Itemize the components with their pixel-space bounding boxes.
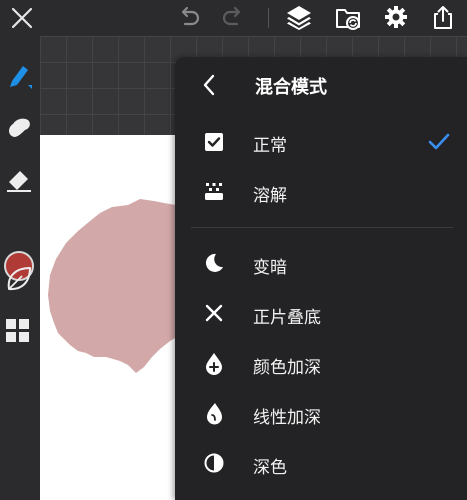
menu-item-label: 变暗 — [253, 258, 287, 278]
top-bar — [0, 0, 467, 36]
menu-divider — [191, 227, 453, 228]
share-icon[interactable] — [430, 4, 456, 30]
brush-icon[interactable] — [4, 61, 34, 91]
leaf-icon[interactable] — [4, 264, 34, 294]
redo-icon[interactable] — [220, 5, 246, 31]
moon-icon — [203, 252, 225, 274]
canvas-paper[interactable] — [40, 135, 180, 500]
close-icon[interactable] — [10, 6, 34, 30]
menu-item-label: 正常 — [253, 136, 287, 156]
leaf-drop-icon — [203, 401, 225, 425]
undo-icon[interactable] — [176, 5, 202, 31]
blend-mode-darken[interactable]: 变暗 — [175, 239, 467, 289]
blend-mode-darker-color[interactable]: 深色 — [175, 439, 467, 489]
blend-mode-color-burn[interactable]: 颜色加深 — [175, 339, 467, 389]
painted-shape — [48, 199, 180, 373]
blend-mode-menu: 混合模式 正常 溶解 变暗 正片叠底 颜色加深 线性加深 深色 — [175, 57, 467, 500]
tool-sidebar — [0, 36, 40, 500]
back-chevron-icon[interactable] — [201, 73, 217, 97]
layers-icon[interactable] — [285, 3, 313, 31]
gallery-icon[interactable] — [334, 4, 362, 32]
drop-plus-icon — [203, 351, 225, 375]
smudge-icon[interactable] — [4, 113, 34, 143]
half-circle-icon — [203, 452, 225, 474]
menu-item-label: 颜色加深 — [253, 358, 321, 378]
settings-icon[interactable] — [383, 4, 409, 30]
menu-item-label: 正片叠底 — [253, 308, 321, 328]
dissolve-icon — [203, 180, 225, 202]
menu-item-label: 深色 — [253, 458, 287, 478]
blend-mode-multiply[interactable]: 正片叠底 — [175, 289, 467, 339]
grid-icon[interactable] — [4, 317, 32, 345]
menu-item-label: 线性加深 — [253, 408, 321, 428]
menu-item-label: 溶解 — [253, 186, 287, 206]
multiply-icon — [204, 303, 224, 323]
blend-mode-normal[interactable]: 正常 — [175, 117, 467, 167]
menu-title: 混合模式 — [255, 77, 327, 98]
blend-mode-linear-burn[interactable]: 线性加深 — [175, 389, 467, 439]
top-bar-divider — [268, 8, 269, 28]
checkmark-icon — [427, 131, 451, 153]
eraser-icon[interactable] — [4, 164, 34, 194]
checkbox-icon — [203, 131, 225, 153]
blend-mode-dissolve[interactable]: 溶解 — [175, 167, 467, 217]
